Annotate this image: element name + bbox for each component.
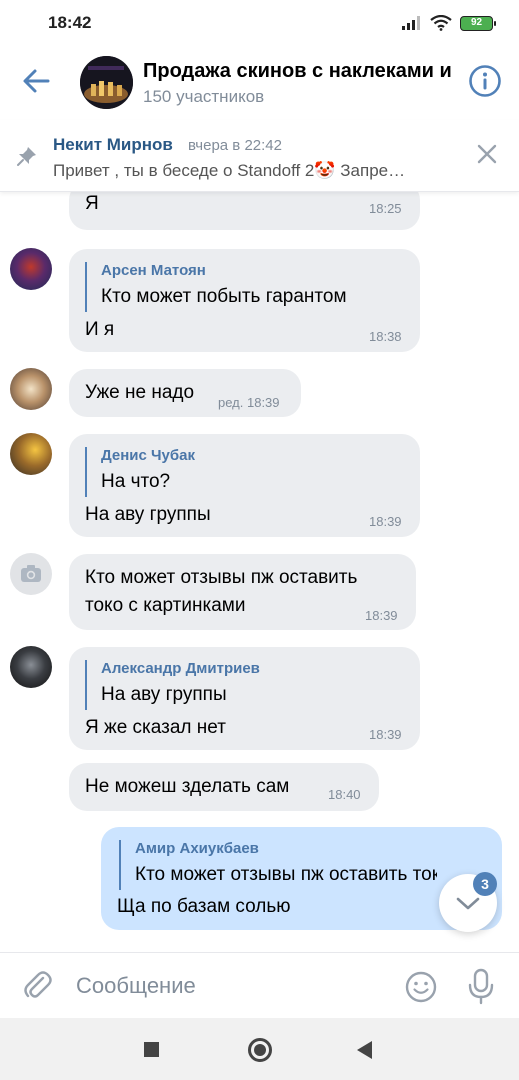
message-text: Уже не надо <box>85 382 195 403</box>
message-time: 18:39 <box>369 514 402 529</box>
reply-quote[interactable]: Александр Дмитриев На аву группы <box>85 660 405 710</box>
chat-title[interactable]: Продажа скинов с наклеками и <box>143 60 453 83</box>
message-time: 18:40 <box>328 787 361 802</box>
battery-icon: 92 <box>460 15 496 31</box>
paperclip-icon[interactable] <box>22 969 54 1003</box>
reply-quote[interactable]: Арсен Матоян Кто может побыть гарантом <box>85 262 405 312</box>
message-text: токо с картинками <box>85 595 246 616</box>
reply-author: Амир Ахиукбаев <box>135 840 259 857</box>
pinned-author: Некит Мирнов <box>53 135 173 154</box>
camera-icon <box>21 565 41 582</box>
message-bubble[interactable]: Денис Чубак На что? На аву группы 18:39 <box>69 434 420 537</box>
avatar[interactable] <box>10 368 52 410</box>
close-icon[interactable] <box>474 141 500 167</box>
message-bubble[interactable]: Александр Дмитриев На аву группы Я же ск… <box>69 647 420 750</box>
emoji-icon[interactable] <box>404 970 438 1004</box>
message-time: 18:25 <box>369 201 402 216</box>
message-text: Ща по базам солью <box>117 896 291 917</box>
system-navigation-bar <box>0 1018 519 1080</box>
message-input[interactable] <box>76 971 376 1001</box>
chat-member-count: 150 участников <box>143 87 265 106</box>
pinned-text: Привет , ты в беседе о Standoff 2🤡 Запре… <box>53 161 406 180</box>
system-back-icon[interactable] <box>357 1041 372 1059</box>
message-composer <box>0 952 519 1018</box>
info-icon[interactable] <box>468 64 502 98</box>
message-text: Кто может отзывы пж оставить <box>85 567 358 588</box>
reply-text: На аву группы <box>101 684 227 705</box>
message-feed[interactable]: Я 18:25 Арсен Матоян Кто может побыть га… <box>0 192 519 952</box>
reply-text: Кто может отзывы пж оставить токо с карт… <box>135 864 437 885</box>
chat-avatar[interactable] <box>80 56 133 109</box>
message-time: 18:39 <box>365 608 398 623</box>
message-bubble[interactable]: Арсен Матоян Кто может побыть гарантом И… <box>69 249 420 352</box>
message-bubble[interactable]: Не можеш зделать сам 18:40 <box>69 763 379 811</box>
pin-icon <box>17 147 36 166</box>
avatar[interactable] <box>10 553 52 595</box>
avatar[interactable] <box>10 433 52 475</box>
message-bubble[interactable]: Кто может отзывы пж оставить токо с карт… <box>69 554 416 630</box>
message-time: ред. 18:39 <box>218 395 280 410</box>
recent-apps-icon[interactable] <box>144 1042 159 1057</box>
reply-author: Арсен Матоян <box>101 262 206 279</box>
reply-text: На что? <box>101 471 171 492</box>
message-time: 18:39 <box>369 727 402 742</box>
unread-count-badge: 3 <box>473 872 497 896</box>
reply-text: Кто может побыть гарантом <box>101 286 347 307</box>
message-text: Я <box>85 193 99 214</box>
message-bubble[interactable]: Я 18:25 <box>69 192 420 230</box>
message-bubble[interactable]: Уже не надо ред. 18:39 <box>69 369 301 417</box>
pinned-message[interactable]: Некит Мирнов вчера в 22:42 Привет , ты в… <box>0 120 519 192</box>
chat-header: Продажа скинов с наклеками и 150 участни… <box>0 44 519 120</box>
status-bar: 18:42 92 <box>0 0 519 44</box>
home-icon[interactable] <box>248 1038 272 1062</box>
status-time: 18:42 <box>48 13 92 32</box>
pinned-date: вчера в 22:42 <box>188 137 282 154</box>
reply-quote[interactable]: Денис Чубак На что? <box>85 447 405 497</box>
status-icons: 92 <box>402 14 496 32</box>
message-text: И я <box>85 319 115 340</box>
message-text: Не можеш зделать сам <box>85 776 290 797</box>
reply-author: Денис Чубак <box>101 447 195 464</box>
back-arrow-icon[interactable] <box>20 64 54 98</box>
signal-icon <box>402 16 420 30</box>
microphone-icon[interactable] <box>466 968 496 1006</box>
avatar[interactable] <box>10 248 52 290</box>
reply-author: Александр Дмитриев <box>101 660 260 677</box>
message-text: На аву группы <box>85 504 211 525</box>
avatar[interactable] <box>10 646 52 688</box>
wifi-icon <box>430 15 452 31</box>
reply-quote[interactable]: Амир Ахиукбаев Кто может отзывы пж остав… <box>119 840 437 890</box>
message-time: 18:38 <box>369 329 402 344</box>
message-text: Я же сказал нет <box>85 717 226 738</box>
